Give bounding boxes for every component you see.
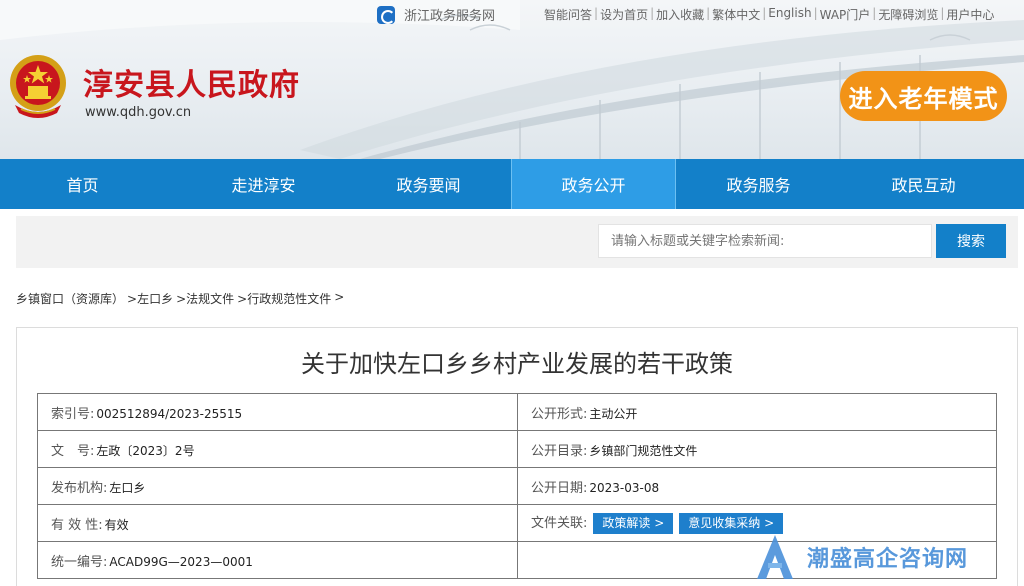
page-title: 关于加快左口乡乡村产业发展的若干政策 [301, 350, 733, 378]
top-links: 智能问答 | 设为首页 | 加入收藏 | 繁体中文 | English | WA… [544, 6, 994, 23]
meta-label: 文 号: [51, 443, 95, 459]
meta-label: 统一编号: [51, 554, 108, 570]
breadcrumb-item-regulations[interactable]: >法规文件 [176, 290, 234, 307]
search-bar: 搜索 [16, 216, 1018, 268]
meta-cell-docno: 文 号: 左政〔2023〕2号 [37, 430, 518, 468]
breadcrumb-item-zuokou[interactable]: >左口乡 [127, 290, 173, 307]
meta-label: 公开日期: [531, 480, 588, 496]
meta-cell-date: 公开日期: 2023-03-08 [517, 467, 997, 505]
elder-mode-button[interactable]: 进入老年模式 [840, 71, 1007, 121]
top-link-set-home[interactable]: 设为首页 [600, 6, 648, 23]
divider: | [813, 6, 818, 20]
meta-cell-catalog: 公开目录: 乡镇部门规范性文件 [517, 430, 997, 468]
meta-label: 公开目录: [531, 443, 588, 459]
meta-cell-serial: 统一编号: ACAD99G—2023—0001 [37, 541, 518, 579]
watermark-text: 潮盛高企咨询网 [807, 546, 969, 572]
breadcrumb-item-normative-docs[interactable]: >行政规范性文件 [237, 290, 331, 307]
divider: | [762, 6, 767, 20]
top-link-user-center[interactable]: 用户中心 [946, 6, 994, 23]
meta-value: 002512894/2023-25515 [96, 406, 243, 421]
watermark: 潮盛高企咨询网 [757, 533, 977, 581]
nav-item-news[interactable]: 政务要闻 [346, 159, 511, 209]
meta-label: 有 效 性: [51, 517, 103, 533]
top-link-ai-qa[interactable]: 智能问答 [544, 6, 592, 23]
meta-cell-index: 索引号: 002512894/2023-25515 [37, 393, 518, 431]
breadcrumb: 乡镇窗口（资源库） >左口乡 >法规文件 >行政规范性文件 > [16, 290, 347, 307]
meta-cell-validity: 有 效 性: 有效 [37, 504, 518, 542]
meta-cell-issuer: 发布机构: 左口乡 [37, 467, 518, 505]
meta-label: 公开形式: [531, 406, 588, 422]
meta-value: 左政〔2023〕2号 [96, 443, 195, 458]
top-link-wap[interactable]: WAP门户 [820, 6, 871, 23]
meta-label: 文件关联: [531, 516, 588, 531]
meta-value: ACAD99G—2023—0001 [109, 554, 253, 569]
meta-value: 有效 [104, 517, 129, 532]
breadcrumb-item-township[interactable]: 乡镇窗口（资源库） [16, 290, 124, 307]
top-link-traditional[interactable]: 繁体中文 [712, 6, 760, 23]
feedback-adoption-button[interactable]: 意见收集采纳 > [679, 513, 784, 534]
meta-value: 左口乡 [109, 480, 146, 495]
nav-item-gov-service[interactable]: 政务服务 [676, 159, 841, 209]
meta-value: 2023-03-08 [589, 480, 660, 495]
site-url: www.qdh.gov.cn [85, 105, 192, 120]
top-link-accessibility[interactable]: 无障碍浏览 [878, 6, 938, 23]
site-header: 浙江政务服务网 智能问答 | 设为首页 | 加入收藏 | 繁体中文 | Engl… [0, 0, 1024, 159]
search-input[interactable] [598, 224, 932, 258]
zhejiang-portal-icon [377, 5, 395, 24]
top-link-favorite[interactable]: 加入收藏 [656, 6, 704, 23]
divider: | [940, 6, 945, 20]
nav-item-home[interactable]: 首页 [0, 159, 181, 209]
table-row: 文 号: 左政〔2023〕2号 公开目录: 乡镇部门规范性文件 [37, 430, 997, 468]
national-emblem-icon[interactable] [7, 53, 69, 123]
nav-item-gov-disclosure[interactable]: 政务公开 [511, 159, 676, 209]
zhejiang-portal-link[interactable]: 浙江政务服务网 [377, 5, 495, 24]
meta-value: 乡镇部门规范性文件 [589, 443, 698, 458]
meta-cell-form: 公开形式: 主动公开 [517, 393, 997, 431]
search-button[interactable]: 搜索 [936, 224, 1006, 258]
breadcrumb-trailing-arrow: > [334, 290, 345, 304]
portal-label: 浙江政务服务网 [404, 9, 496, 24]
meta-value: 主动公开 [589, 406, 638, 421]
site-title[interactable]: 淳安县人民政府 [83, 60, 300, 104]
top-link-english[interactable]: English [768, 6, 811, 23]
policy-interpretation-button[interactable]: 政策解读 > [593, 513, 674, 534]
nav-item-interaction[interactable]: 政民互动 [841, 159, 1006, 209]
nav-item-about-chunan[interactable]: 走进淳安 [181, 159, 346, 209]
table-row: 发布机构: 左口乡 公开日期: 2023-03-08 [37, 467, 997, 505]
divider: | [594, 6, 599, 20]
watermark-logo-icon [757, 535, 793, 579]
divider: | [872, 6, 877, 20]
main-nav: 首页 走进淳安 政务要闻 政务公开 政务服务 政民互动 [0, 159, 1024, 209]
top-utility-bar: 浙江政务服务网 智能问答 | 设为首页 | 加入收藏 | 繁体中文 | Engl… [0, 5, 1024, 25]
meta-label: 索引号: [51, 406, 95, 422]
table-row: 索引号: 002512894/2023-25515 公开形式: 主动公开 [37, 393, 997, 431]
divider: | [650, 6, 655, 20]
meta-label: 发布机构: [51, 480, 108, 496]
divider: | [706, 6, 711, 20]
